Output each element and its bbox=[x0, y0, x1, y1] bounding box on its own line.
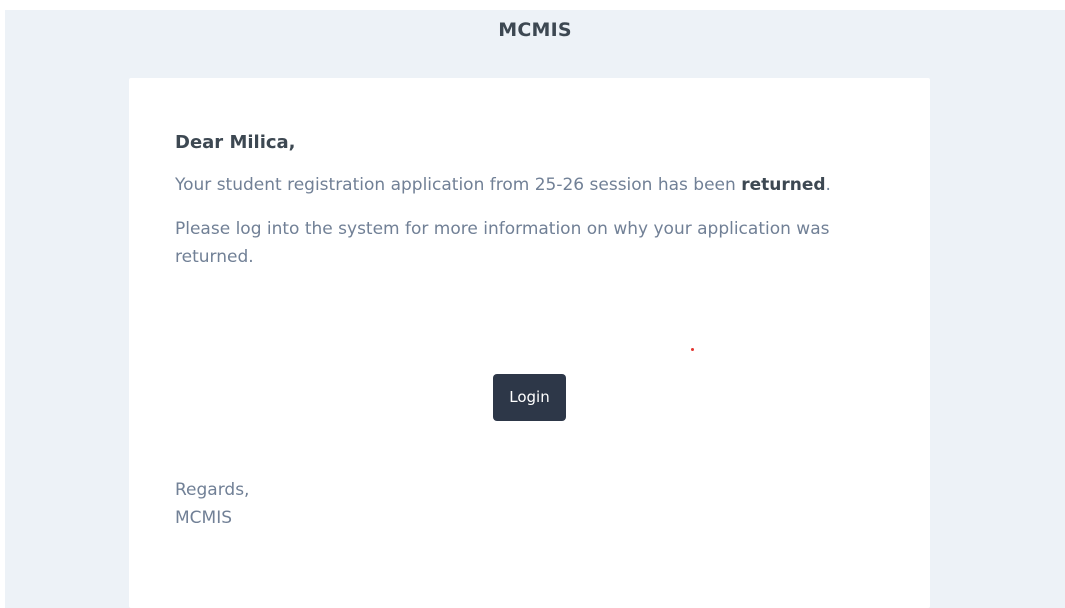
email-card: Dear Milica, Your student registration a… bbox=[129, 78, 930, 608]
greeting: Dear Milica, bbox=[175, 132, 296, 153]
button-container: Login bbox=[129, 374, 930, 421]
email-signoff: Regards, MCMIS bbox=[175, 476, 249, 532]
app-title: MCMIS bbox=[498, 19, 572, 41]
login-button[interactable]: Login bbox=[493, 374, 566, 421]
signature-text: MCMIS bbox=[175, 508, 233, 528]
status-prefix: Your student registration application fr… bbox=[175, 175, 742, 195]
status-emphasis: returned bbox=[741, 175, 826, 195]
email-wrapper: MCMIS Dear Milica, Your student registra… bbox=[5, 10, 1065, 608]
status-message: Your student registration application fr… bbox=[175, 171, 865, 199]
info-message: Please log into the system for more info… bbox=[175, 219, 830, 267]
status-suffix: . bbox=[825, 175, 831, 195]
closing-text: Regards, bbox=[175, 480, 250, 500]
red-dot bbox=[691, 348, 694, 351]
